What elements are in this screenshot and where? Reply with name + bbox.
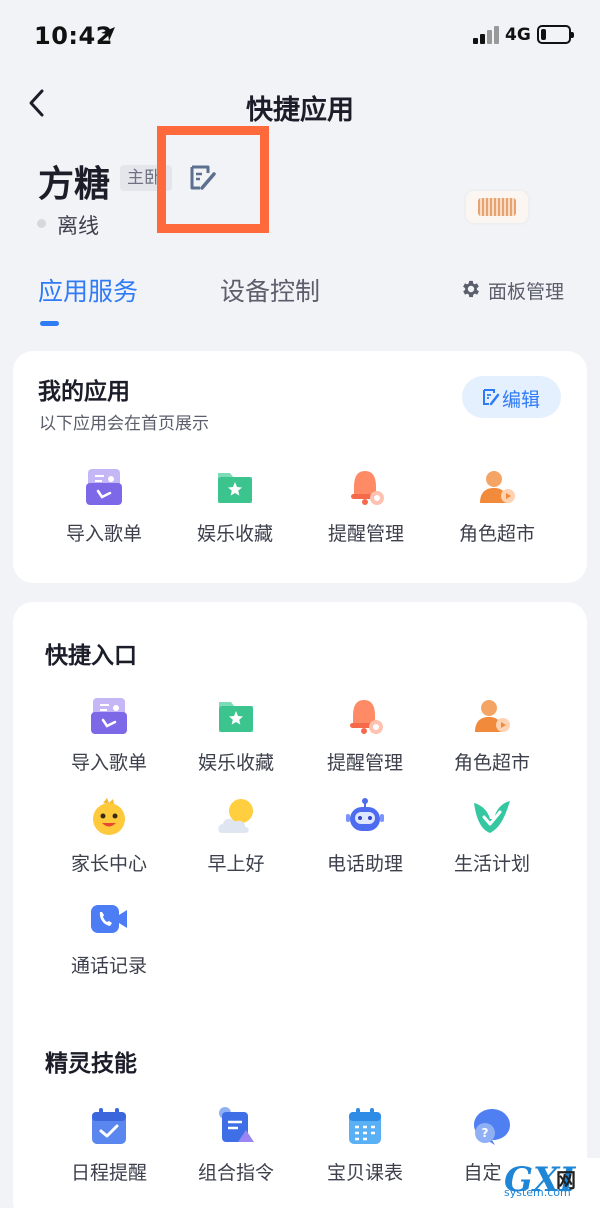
shortcut-phone-assistant[interactable]: 电话助理: [304, 797, 424, 887]
role-market-icon: [472, 696, 512, 736]
shortcut-label: 通话记录: [70, 955, 147, 977]
page-title: 快捷应用: [246, 95, 354, 126]
skills-title: 精灵技能: [45, 1051, 137, 1077]
class-schedule-icon: [345, 1106, 385, 1146]
skill-class-schedule[interactable]: 宝贝课表: [304, 1106, 424, 1196]
highlight-annotation-box: [157, 126, 269, 233]
skill-label: 日程提醒: [70, 1162, 147, 1184]
calendar-check-icon: [89, 1106, 129, 1146]
entertainment-favorites-icon: [216, 696, 256, 736]
skill-label: 组合指令: [197, 1162, 274, 1184]
entertainment-favorites-icon: [215, 467, 255, 507]
parent-center-icon: [89, 797, 129, 837]
shortcut-label: 生活计划: [453, 853, 530, 875]
skill-label: 宝贝课表: [326, 1162, 403, 1184]
tab-app-services[interactable]: 应用服务: [38, 272, 138, 308]
shortcut-label: 角色超市: [453, 752, 530, 774]
app-item-entertainment-favorites[interactable]: 娱乐收藏: [174, 467, 294, 557]
phone-assistant-robot-icon: [345, 797, 385, 837]
shortcut-import-playlist[interactable]: 导入歌单: [48, 696, 168, 786]
skill-schedule-reminder[interactable]: 日程提醒: [48, 1106, 168, 1196]
app-item-label: 提醒管理: [327, 523, 404, 545]
edit-note-icon: [483, 389, 500, 406]
shortcut-life-plan[interactable]: 生活计划: [431, 797, 551, 887]
shortcut-label: 电话助理: [326, 853, 403, 875]
my-apps-subtitle: 以下应用会在首页展示: [39, 414, 209, 434]
shortcut-parent-center[interactable]: 家长中心: [48, 797, 168, 887]
combo-command-icon: [216, 1106, 256, 1146]
shortcut-label: 早上好: [207, 853, 265, 875]
device-image: [466, 191, 528, 223]
app-item-import-playlist[interactable]: 导入歌单: [43, 467, 163, 557]
app-item-role-market[interactable]: 角色超市: [436, 467, 556, 557]
role-market-icon: [477, 467, 517, 507]
shortcut-label: 导入歌单: [70, 752, 147, 774]
shortcut-call-log[interactable]: 通话记录: [48, 899, 168, 989]
shortcut-role-market[interactable]: 角色超市: [431, 696, 551, 786]
shortcut-entertainment-favorites[interactable]: 娱乐收藏: [175, 696, 295, 786]
svg-text:?: ?: [482, 1126, 489, 1140]
my-apps-card: 我的应用 以下应用会在首页展示 编辑 导入歌单 娱乐收藏 提醒管理 角色超市: [13, 351, 587, 583]
app-item-label: 娱乐收藏: [196, 523, 273, 545]
custom-question-icon: ?: [472, 1106, 512, 1146]
shortcuts-card: 快捷入口 导入歌单 娱乐收藏 提醒管理 角色超市 家长中心 早上好 电话助理 生…: [13, 602, 587, 1208]
watermark-suffix: 网: [556, 1168, 576, 1192]
shortcut-label: 家长中心: [70, 853, 147, 875]
device-status: 离线: [57, 214, 99, 238]
battery-icon: [537, 25, 574, 44]
location-arrow-icon: [101, 27, 115, 41]
app-item-reminder-management[interactable]: 提醒管理: [305, 467, 425, 557]
app-item-label: 角色超市: [458, 523, 535, 545]
reminder-bell-icon: [345, 696, 385, 736]
app-item-label: 导入歌单: [65, 523, 142, 545]
shortcut-label: 娱乐收藏: [197, 752, 274, 774]
gear-icon: [463, 280, 479, 298]
panel-management-label: 面板管理: [488, 281, 565, 303]
status-dot: [37, 219, 46, 228]
my-apps-title: 我的应用: [38, 379, 130, 405]
import-playlist-icon: [84, 467, 124, 507]
skill-combo-command[interactable]: 组合指令: [175, 1106, 295, 1196]
import-playlist-icon: [89, 696, 129, 736]
tab-indicator: [40, 321, 59, 326]
edit-apps-label: 编辑: [502, 389, 541, 411]
shortcuts-title: 快捷入口: [45, 643, 137, 669]
shortcut-good-morning[interactable]: 早上好: [175, 797, 295, 887]
watermark: GXI system.com 网: [502, 1158, 600, 1208]
good-morning-icon: [216, 797, 256, 837]
status-bar: 10:42 4G: [0, 0, 600, 70]
shortcut-reminder-management[interactable]: 提醒管理: [304, 696, 424, 786]
life-plan-bird-icon: [472, 797, 512, 837]
shortcut-label: 提醒管理: [326, 752, 403, 774]
network-type: 4G: [505, 25, 531, 45]
signal-icon: [473, 26, 499, 44]
device-name: 方糖: [38, 164, 111, 205]
reminder-bell-icon: [346, 467, 386, 507]
call-log-video-icon: [89, 899, 129, 939]
tab-device-control[interactable]: 设备控制: [220, 272, 320, 308]
edit-apps-button[interactable]: 编辑: [462, 376, 561, 418]
